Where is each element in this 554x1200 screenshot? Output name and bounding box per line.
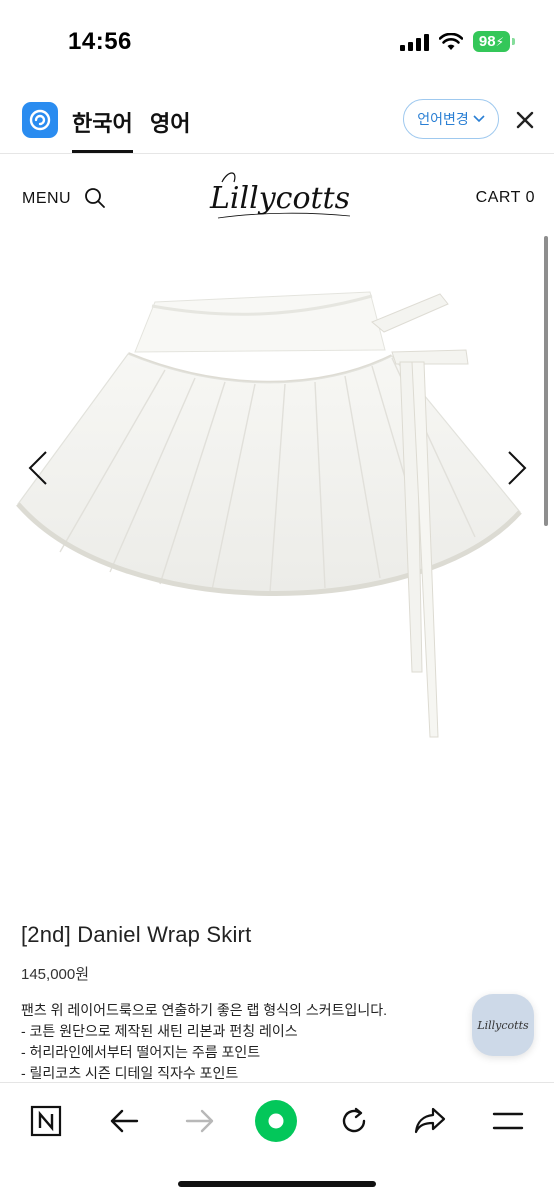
brand-logo[interactable]: Lillycotts (200, 162, 360, 228)
brand-logo-text: Lillycotts (209, 181, 350, 216)
home-green-icon[interactable] (254, 1099, 298, 1143)
change-language-button[interactable]: 언어변경 (403, 99, 499, 139)
translate-bar: 한국어 영어 언어변경 (0, 86, 554, 154)
tab-korean[interactable]: 한국어 (72, 106, 133, 153)
reload-icon[interactable] (332, 1099, 376, 1143)
back-icon[interactable] (102, 1099, 146, 1143)
product-image (16, 291, 522, 738)
search-icon[interactable] (84, 187, 106, 209)
menu-button[interactable]: MENU (22, 190, 71, 208)
product-price: 145,000원 (21, 966, 90, 983)
product-title: [2nd] Daniel Wrap Skirt (21, 922, 252, 947)
cart-button[interactable]: CART 0 (476, 189, 535, 207)
close-icon[interactable] (513, 108, 537, 132)
carousel-prev-icon[interactable] (26, 450, 50, 486)
wifi-icon (438, 32, 463, 50)
product-description-line: - 허리라인에서부터 떨어지는 주름 포인트 (21, 1044, 261, 1060)
charging-bolt-icon: ⚡ (495, 35, 504, 49)
signal-icon (399, 33, 429, 51)
status-icons: 98⚡ (399, 31, 516, 52)
status-time: 14:56 (68, 28, 132, 55)
scrollbar[interactable] (544, 236, 548, 526)
translate-app-icon (22, 102, 58, 138)
tab-english[interactable]: 영어 (150, 106, 190, 138)
product-description-line: - 릴리코츠 시즌 디테일 직자수 포인트 (21, 1065, 239, 1081)
status-bar: 14:56 98⚡ (0, 0, 554, 80)
share-icon[interactable] (408, 1099, 452, 1143)
battery-level: 98 (478, 33, 496, 50)
chat-floating-button[interactable]: Lillycotts (472, 994, 534, 1056)
forward-icon[interactable] (178, 1099, 222, 1143)
product-description-line: - 코튼 원단으로 제작된 새틴 리본과 펀칭 레이스 (21, 1023, 298, 1039)
product-description-line: 팬츠 위 레이어드룩으로 연출하기 좋은 랩 형식의 스커트입니다. (21, 1002, 387, 1018)
battery-indicator: 98⚡ (472, 31, 516, 52)
chevron-down-icon (473, 115, 485, 123)
carousel-next-icon[interactable] (505, 450, 529, 486)
naver-icon[interactable] (24, 1099, 68, 1143)
chat-brand-logo: Lillycotts (476, 1019, 529, 1032)
chat-brand-text: Lillycotts (476, 1019, 529, 1032)
menu-icon[interactable] (486, 1099, 530, 1143)
change-language-label: 언어변경 (417, 111, 469, 127)
home-indicator[interactable] (178, 1181, 376, 1187)
